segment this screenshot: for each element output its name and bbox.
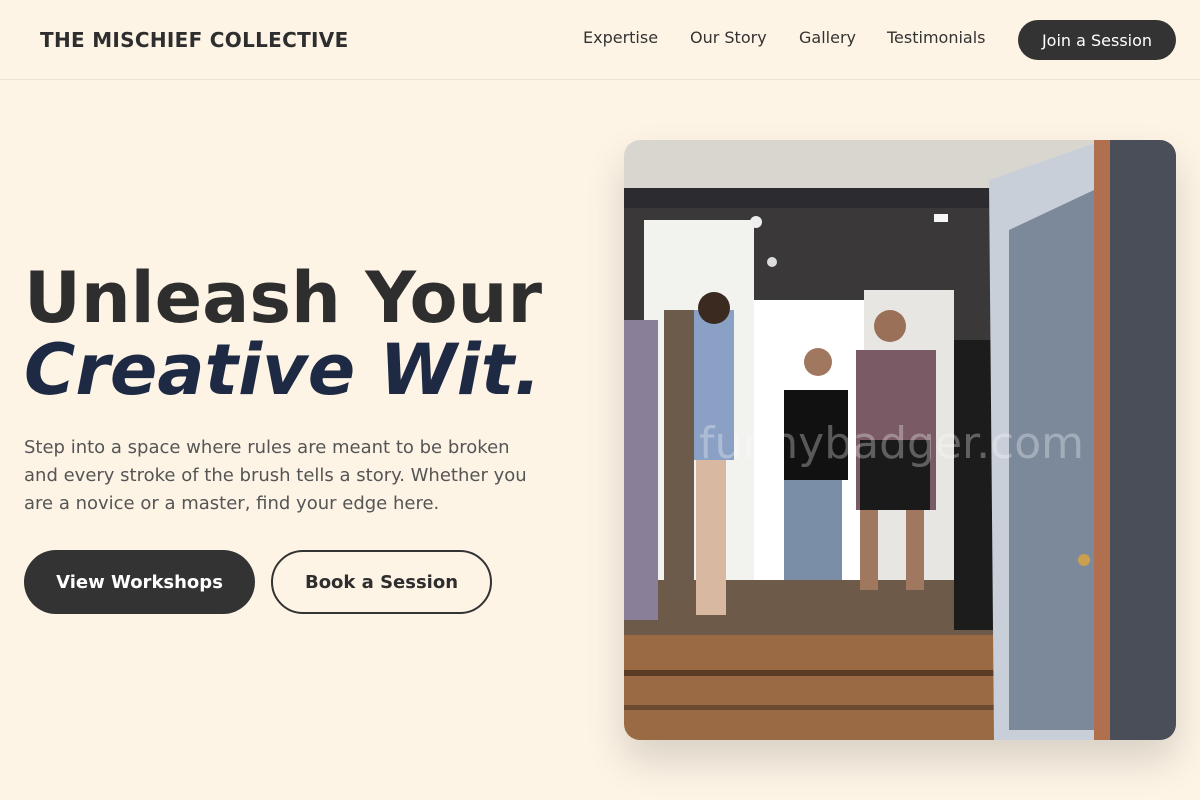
watermark-text: funnybadger.com — [699, 418, 1084, 469]
nav-testimonials[interactable]: Testimonials — [887, 28, 986, 47]
hero-title-line2: Creative Wit. — [24, 329, 541, 411]
hero-subtitle: Step into a space where rules are meant … — [24, 437, 527, 514]
view-workshops-button[interactable]: View Workshops — [24, 550, 255, 614]
site-header: THE MISCHIEF COLLECTIVE Expertise Our St… — [0, 0, 1200, 80]
join-session-button[interactable]: Join a Session — [1018, 20, 1176, 60]
nav-our-story[interactable]: Our Story — [690, 28, 767, 47]
hero-title-line1: Unleash Your — [24, 257, 542, 339]
nav-gallery[interactable]: Gallery — [799, 28, 856, 47]
brand-logo[interactable]: THE MISCHIEF COLLECTIVE — [40, 28, 349, 52]
hero-title: Unleash Your Creative Wit. — [24, 262, 542, 406]
book-session-button[interactable]: Book a Session — [271, 550, 492, 614]
hero-photo: funnybadger.com — [624, 140, 1176, 740]
nav-expertise[interactable]: Expertise — [583, 28, 658, 47]
